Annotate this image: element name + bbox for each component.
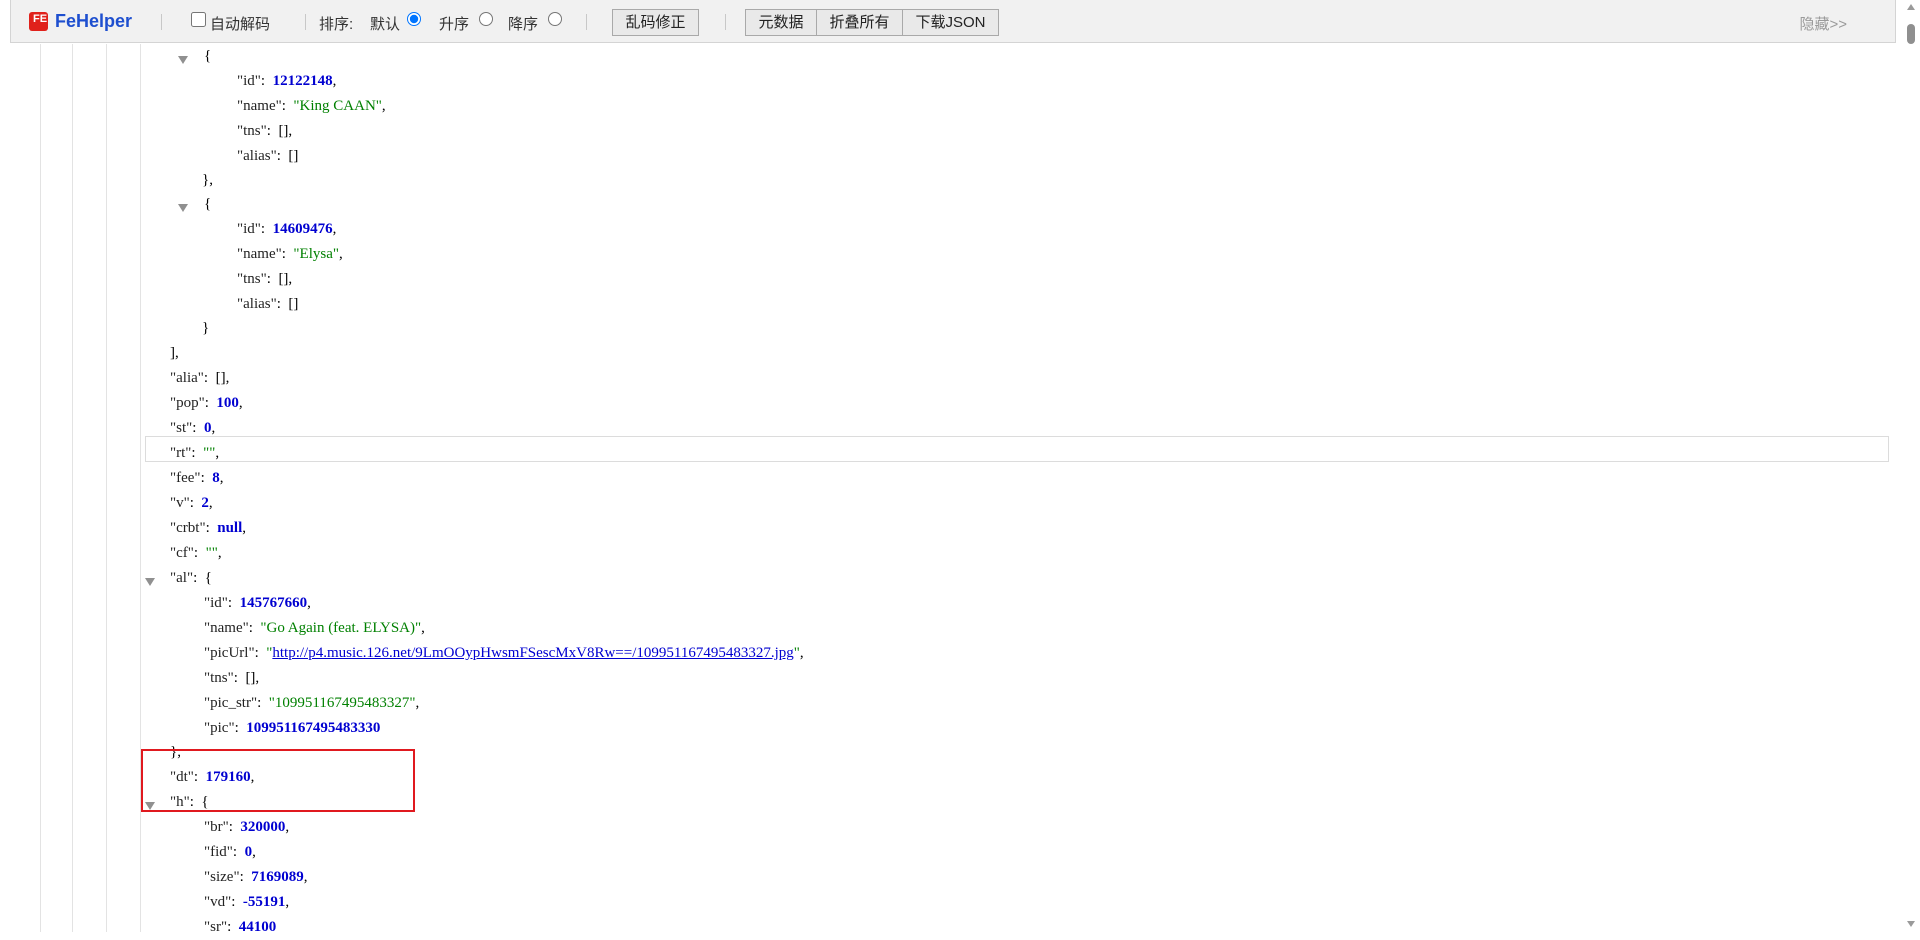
json-line: "name": "Go Again (feat. ELYSA)", (204, 620, 425, 636)
json-line: "pop": 100, (170, 395, 243, 411)
json-line: "tns": [], (237, 271, 293, 287)
sort-asc-radio[interactable] (479, 12, 493, 26)
fehelper-logo-icon: FE (29, 12, 48, 31)
json-line: "cf": "", (170, 545, 222, 561)
sort-default-label[interactable]: 默认 (370, 13, 400, 34)
indent-guide (106, 44, 107, 932)
json-line: "alias": [] (237, 148, 299, 164)
indent-guide (72, 44, 73, 932)
sort-desc-radio[interactable] (548, 12, 562, 26)
download-json-button[interactable]: 下载JSON (902, 9, 999, 36)
json-line: "tns": [], (204, 670, 260, 686)
pic-url-link[interactable]: http://p4.music.126.net/9LmOOypHwsmFSesc… (272, 645, 793, 661)
json-line: "br": 320000, (204, 819, 290, 835)
json-line: { (204, 48, 212, 64)
json-line: } (202, 320, 210, 336)
highlight-annotation-box (141, 749, 415, 812)
sort-label: 排序: (319, 16, 354, 33)
auto-decode-label[interactable]: 自动解码 (210, 13, 270, 34)
json-line: { (204, 196, 212, 212)
collapse-toggle-icon[interactable] (178, 56, 188, 64)
hide-toolbar-link[interactable]: 隐藏>> (1799, 13, 1847, 34)
scroll-up-arrow-icon[interactable] (1907, 4, 1915, 10)
json-line: "fee": 8, (170, 470, 224, 486)
json-line: "id": 12122148, (237, 73, 337, 89)
toolbar-divider (725, 14, 726, 30)
toolbar-divider (586, 14, 587, 30)
sort-desc-label[interactable]: 降序 (508, 13, 538, 34)
indent-guide (40, 44, 41, 932)
vertical-scrollbar[interactable] (1903, 0, 1920, 932)
json-line: "id": 14609476, (237, 221, 337, 237)
json-line: "name": "Elysa", (237, 246, 343, 262)
scrollbar-thumb[interactable] (1907, 24, 1915, 44)
sort-asc-label[interactable]: 升序 (439, 13, 469, 34)
toolbar-divider (161, 14, 162, 30)
json-line: "st": 0, (170, 420, 216, 436)
json-line: "vd": -55191, (204, 894, 290, 910)
collapse-all-button[interactable]: 折叠所有 (816, 9, 903, 36)
json-line: "picUrl": "http://p4.music.126.net/9LmOO… (204, 645, 804, 661)
json-line: }, (202, 172, 213, 188)
toolbar-divider (305, 14, 306, 30)
json-line: "pic_str": "109951167495483327", (204, 695, 420, 711)
json-line: "name": "King CAAN", (237, 98, 386, 114)
json-line: "alias": [] (237, 296, 299, 312)
json-line: ], (170, 345, 179, 361)
collapse-toggle-icon[interactable] (178, 204, 188, 212)
collapse-toggle-icon[interactable] (145, 578, 155, 586)
json-line: "size": 7169089, (204, 869, 308, 885)
json-line: "id": 145767660, (204, 595, 311, 611)
fix-encoding-button[interactable]: 乱码修正 (612, 9, 699, 36)
json-line: "pic": 109951167495483330 (204, 720, 381, 736)
scroll-down-arrow-icon[interactable] (1907, 921, 1915, 927)
fehelper-toolbar: FE FeHelper 自动解码 排序: 默认 升序 降序 乱码修正 元数据 折… (10, 0, 1896, 43)
hovered-row-highlight (145, 436, 1889, 462)
json-line: "rt": "", (170, 445, 220, 461)
brand-title: FeHelper (55, 11, 133, 31)
json-line: "v": 2, (170, 495, 213, 511)
json-line: "al": { (170, 570, 212, 586)
sort-default-radio[interactable] (407, 12, 421, 26)
auto-decode-checkbox[interactable] (191, 12, 206, 27)
json-line: "tns": [], (237, 123, 293, 139)
json-line: "crbt": null, (170, 520, 247, 536)
json-line: "sr": 44100 (204, 919, 277, 935)
metadata-button[interactable]: 元数据 (745, 9, 817, 36)
json-line: "alia": [], (170, 370, 230, 386)
json-line: "fid": 0, (204, 844, 256, 860)
